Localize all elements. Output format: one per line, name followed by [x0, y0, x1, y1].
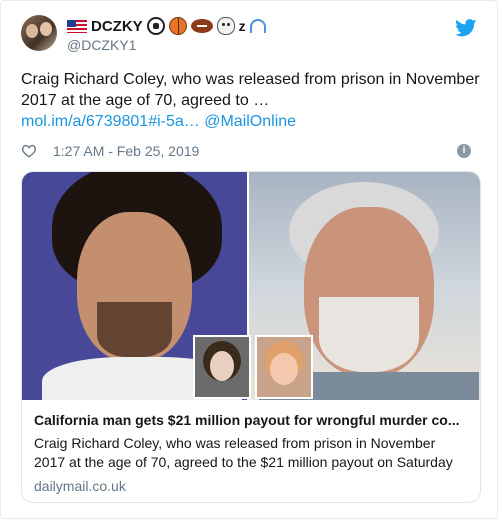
tweet-meta: 1:27 AM - Feb 25, 2019 i	[21, 142, 477, 162]
display-name-row[interactable]: DCZKY z	[67, 17, 266, 35]
tweet-text: Craig Richard Coley, who was released fr…	[21, 69, 481, 132]
twitter-bird-icon[interactable]	[455, 19, 477, 37]
user-handle[interactable]: @DCZKY1	[67, 37, 136, 53]
soccer-ball-icon	[146, 17, 165, 35]
embedded-tweet: DCZKY z @DCZKY1 Craig Richard Coley, who…	[0, 0, 498, 519]
avatar[interactable]	[21, 15, 57, 51]
tweet-header: DCZKY z @DCZKY1	[21, 15, 477, 59]
tweet-body: Craig Richard Coley, who was released fr…	[21, 71, 480, 109]
timestamp[interactable]: 1:27 AM - Feb 25, 2019	[53, 143, 199, 159]
link-card[interactable]: California man gets $21 million payout f…	[21, 171, 481, 503]
display-name-suffix: z	[238, 18, 246, 34]
tweet-link[interactable]: mol.im/a/6739801#i-5a…	[21, 113, 200, 130]
american-football-icon	[190, 19, 213, 33]
us-flag-icon	[67, 19, 87, 33]
info-icon[interactable]: i	[457, 144, 471, 158]
heart-icon[interactable]	[21, 144, 37, 158]
card-description: Craig Richard Coley, who was released fr…	[34, 435, 453, 470]
display-name[interactable]: DCZKY	[91, 18, 143, 35]
basketball-icon	[168, 17, 187, 35]
card-inset-child-photo	[255, 335, 313, 399]
skull-crossbones-icon	[216, 17, 235, 35]
card-domain: dailymail.co.uk	[34, 478, 126, 494]
tweet-mention[interactable]: @MailOnline	[204, 113, 296, 130]
card-inset-woman-photo	[193, 335, 251, 399]
card-title[interactable]: California man gets $21 million payout f…	[34, 412, 474, 428]
headphones-icon	[249, 19, 266, 33]
